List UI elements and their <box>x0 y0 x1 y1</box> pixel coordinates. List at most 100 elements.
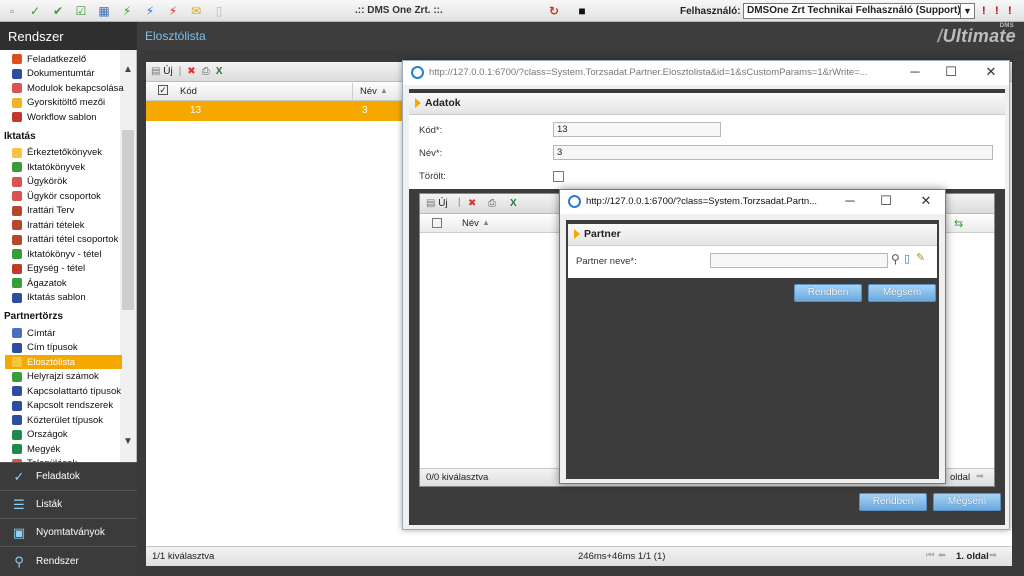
menu-nyomtatvanyok[interactable]: ▣ Nyomtatványok <box>0 518 137 546</box>
sidebar-item-iktatokonyvek[interactable]: Iktatókönyvek <box>12 160 122 174</box>
members-excel-icon[interactable]: X <box>510 198 517 209</box>
partner-cancel-button[interactable]: Mégsem <box>868 284 936 302</box>
nev-input[interactable]: 3 <box>553 145 993 160</box>
table-row[interactable]: 13 3 <box>146 101 402 121</box>
sidebar-item-elosztolista[interactable]: Elosztólista <box>5 355 122 369</box>
mail-icon[interactable]: ✉ <box>188 3 204 19</box>
scroll-down-icon[interactable]: ▼ <box>123 436 133 447</box>
sidebar-item-cimtar[interactable]: Címtár <box>12 326 122 340</box>
app-window-title: .:: DMS One Zrt. ::. <box>355 5 443 16</box>
select-all-checkbox[interactable]: ✓ <box>158 85 168 95</box>
torolt-checkbox[interactable] <box>553 171 564 182</box>
sidebar-item-icon <box>12 263 22 274</box>
sidebar-item-irattari-tetel-csoportok[interactable]: Irattári tétel csoportok <box>12 233 122 247</box>
chevron-down-icon[interactable]: ▼ <box>960 4 974 18</box>
maximize-icon[interactable]: ☐ <box>878 193 894 209</box>
flash-green-icon[interactable]: ⚡ <box>119 3 135 19</box>
members-next-page-icon[interactable]: ➡ <box>976 471 984 482</box>
flash-blue-icon[interactable]: ⚡ <box>142 3 158 19</box>
user-select-value: DMSOne Zrt Technikai Felhasználó (Suppor… <box>747 5 961 16</box>
members-print-icon[interactable]: ⎙ <box>488 198 496 209</box>
sidebar-item-ugykor-csoportok[interactable]: Ügykör csoportok <box>12 189 122 203</box>
next-page-icon[interactable]: ➡ <box>989 550 997 561</box>
members-select-all[interactable] <box>432 218 442 228</box>
page-icon[interactable]: ▫ <box>4 3 20 19</box>
kod-input[interactable]: 13 <box>553 122 721 137</box>
sidebar-group[interactable]: Partnertörzs <box>4 311 63 322</box>
document-icon[interactable]: ▯ <box>904 252 910 265</box>
sidebar-group[interactable]: Iktatás <box>4 131 36 142</box>
close-icon[interactable]: ✕ <box>983 64 999 80</box>
row-kod: 13 <box>190 105 202 116</box>
sidebar-item-label: Ügykör csoportok <box>27 190 101 202</box>
sidebar-item-icon <box>12 83 22 93</box>
column-kod[interactable]: Kód <box>180 86 197 97</box>
double-check-icon[interactable]: ✔ <box>50 3 66 19</box>
maximize-icon[interactable]: ☐ <box>943 64 959 80</box>
check-icon[interactable]: ✓ <box>27 3 43 19</box>
cancel-button[interactable]: Mégsem <box>933 493 1001 511</box>
sidebar-item-gyorskitolto-mezoi[interactable]: Gyorskitöltő mezői <box>12 96 122 110</box>
stop-icon[interactable]: ■ <box>574 3 590 19</box>
sidebar-item-dokumentumtar[interactable]: Dokumentumtár <box>12 67 122 81</box>
sidebar-item-kapcsolattarto-tipusok[interactable]: Kapcsolattartó típusok <box>12 384 122 398</box>
exclamation-icon-3[interactable]: ! <box>1008 5 1012 17</box>
sidebar-item-irattari-terv[interactable]: Irattári Terv <box>12 204 122 218</box>
exclamation-icon[interactable]: ! <box>982 5 986 17</box>
flash-red-icon[interactable]: ⚡ <box>165 3 181 19</box>
new-button[interactable]: ▤ Új <box>151 66 173 77</box>
members-delete-icon[interactable]: ✖ <box>468 198 476 209</box>
members-column-nev[interactable]: Név <box>462 218 479 229</box>
window-titlebar: http://127.0.0.1:6700/?class=System.Torz… <box>403 61 1009 85</box>
user-select[interactable]: DMSOne Zrt Technikai Felhasználó (Suppor… <box>743 3 975 19</box>
sidebar-item-icon <box>12 205 22 216</box>
refresh-icon[interactable]: ↻ <box>546 3 562 19</box>
ok-button[interactable]: Rendben <box>859 493 927 511</box>
note-icon[interactable]: ▯ <box>211 3 227 19</box>
sidebar-item-modulok-bekapcsolasa[interactable]: Modulok bekapcsolása <box>12 81 124 95</box>
sort-asc-icon: ▲ <box>482 218 490 227</box>
minimize-icon[interactable]: ─ <box>842 193 858 208</box>
refresh-arrows-icon[interactable]: ⇆ <box>954 217 963 230</box>
scroll-thumb[interactable] <box>122 130 134 310</box>
toolbar-icons: ▫ ✓ ✔ ☑ ▦ ⚡ ⚡ ⚡ ✉ ▯ <box>4 3 227 19</box>
sidebar-item-erkeztetokonyvek[interactable]: Érkeztetőkönyvek <box>12 146 122 160</box>
sidebar-item-cim-tipusok[interactable]: Cím típusok <box>12 341 122 355</box>
scroll-up-icon[interactable]: ▲ <box>123 64 133 75</box>
sidebar-item-megyek[interactable]: Megyék <box>12 442 122 456</box>
partner-ok-button[interactable]: Rendben <box>794 284 862 302</box>
sidebar-item-ugykorok[interactable]: Ügykörök <box>12 175 122 189</box>
column-nev[interactable]: Név <box>360 86 377 97</box>
delete-icon[interactable]: ✖ <box>187 66 195 77</box>
first-page-icon[interactable]: ⏮ <box>926 550 935 561</box>
grid-icon[interactable]: ▦ <box>96 3 112 19</box>
members-new-button[interactable]: ▤ Új <box>426 198 448 209</box>
partner-name-input[interactable] <box>710 253 888 268</box>
menu-listak[interactable]: ☰ Listák <box>0 490 137 518</box>
sidebar-item-egyseg-tetel[interactable]: Egység - tétel <box>12 262 122 276</box>
sidebar-item-kapcsolt-rendszerek[interactable]: Kapcsolt rendszerek <box>12 399 122 413</box>
sidebar-item-workflow-sablon[interactable]: Workflow sablon <box>12 110 122 124</box>
sidebar-item-feladatkezelo[interactable]: Feladatkezelő <box>12 52 122 66</box>
sidebar-item-iktatokonyv-tetel[interactable]: Iktatókönyv - tétel <box>12 247 122 261</box>
print-icon[interactable]: ⎙ <box>202 66 210 77</box>
edit-pencil-icon[interactable]: ✎ <box>916 251 925 264</box>
search-icon[interactable]: ⚲ <box>891 252 900 266</box>
sidebar-item-kozterulet-tipusok[interactable]: Közterület típusok <box>12 413 122 427</box>
sidebar-item-orszagok[interactable]: Országok <box>12 428 122 442</box>
excel-icon[interactable]: X <box>216 66 223 77</box>
exclamation-icon-2[interactable]: ! <box>995 5 999 17</box>
close-icon[interactable]: ✕ <box>918 193 934 209</box>
minimize-icon[interactable]: ─ <box>907 64 923 79</box>
top-toolbar: ▫ ✓ ✔ ☑ ▦ ⚡ ⚡ ⚡ ✉ ▯ .:: DMS One Zrt. ::.… <box>0 0 1024 22</box>
checkbox-check-icon[interactable]: ☑ <box>73 3 89 19</box>
sidebar-item-helyrajzi-szamok[interactable]: Helyrajzi számok <box>12 370 122 384</box>
list-header: ✓ Kód Név ▲ <box>146 83 402 101</box>
sidebar-scrollbar[interactable]: ▲ ▼ <box>120 50 136 462</box>
sidebar-item-irattari-tetelek[interactable]: Irattári tételek <box>12 218 122 232</box>
sidebar-item-iktatas-sablon[interactable]: Iktatás sablon <box>12 291 122 305</box>
menu-rendszer[interactable]: ⚲ Rendszer <box>0 546 137 576</box>
sidebar-item-agazatok[interactable]: Ágazatok <box>12 276 122 290</box>
prev-page-icon[interactable]: ⬅ <box>938 550 946 561</box>
menu-feladatok[interactable]: ✓ Feladatok <box>0 462 137 490</box>
